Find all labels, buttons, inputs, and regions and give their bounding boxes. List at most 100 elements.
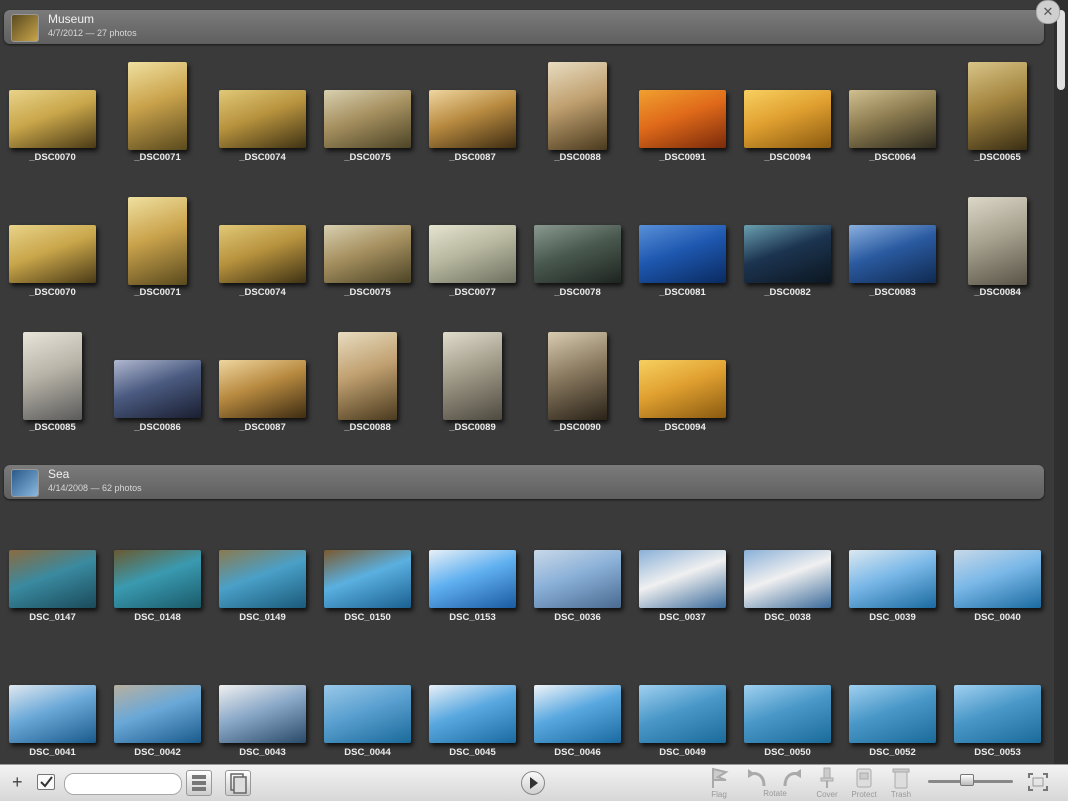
fullscreen-button[interactable] — [1027, 772, 1049, 797]
photo-thumbnail[interactable] — [954, 550, 1041, 608]
photo-tile[interactable]: _DSC0064 — [840, 58, 945, 188]
photo-thumbnail[interactable] — [324, 550, 411, 608]
photo-tile[interactable]: _DSC0078 — [525, 193, 630, 323]
photo-tile[interactable]: _DSC0086 — [105, 328, 210, 458]
photo-thumbnail[interactable] — [324, 685, 411, 743]
photo-thumbnail[interactable] — [128, 62, 187, 150]
photo-thumbnail[interactable] — [429, 225, 516, 283]
photo-tile[interactable]: _DSC0088 — [525, 58, 630, 188]
photo-tile[interactable]: DSC_0147 — [0, 518, 105, 648]
photo-tile[interactable]: _DSC0082 — [735, 193, 840, 323]
vertical-scrollbar[interactable] — [1054, 0, 1068, 764]
photo-tile[interactable]: DSC_0049 — [630, 653, 735, 764]
photo-tile[interactable]: _DSC0081 — [630, 193, 735, 323]
photo-tile[interactable]: DSC_0046 — [525, 653, 630, 764]
flag-button[interactable]: Flag — [704, 766, 734, 799]
photo-tile[interactable]: _DSC0071 — [105, 58, 210, 188]
photo-tile[interactable]: DSC_0052 — [840, 653, 945, 764]
protect-button[interactable]: Protect — [849, 766, 879, 799]
photo-tile[interactable]: _DSC0075 — [315, 58, 420, 188]
photo-tile[interactable]: _DSC0087 — [210, 328, 315, 458]
photo-tile[interactable]: _DSC0075 — [315, 193, 420, 323]
photo-tile[interactable]: _DSC0074 — [210, 193, 315, 323]
photo-thumbnail[interactable] — [324, 225, 411, 283]
checkbox-icon[interactable] — [37, 774, 55, 790]
play-slideshow-button[interactable] — [521, 771, 545, 795]
photo-tile[interactable]: _DSC0084 — [945, 193, 1050, 323]
view-toggle-button[interactable] — [186, 770, 212, 796]
plus-icon[interactable]: + — [12, 772, 23, 793]
photo-thumbnail[interactable] — [114, 550, 201, 608]
photo-thumbnail[interactable] — [534, 685, 621, 743]
scrollbar-thumb[interactable] — [1057, 10, 1065, 90]
photo-thumbnail[interactable] — [639, 225, 726, 283]
photo-thumbnail[interactable] — [219, 550, 306, 608]
photo-tile[interactable]: DSC_0050 — [735, 653, 840, 764]
event-key-photo[interactable] — [11, 14, 39, 42]
photo-tile[interactable]: DSC_0148 — [105, 518, 210, 648]
photo-thumbnail[interactable] — [744, 90, 831, 148]
event-key-photo[interactable] — [11, 469, 39, 497]
cover-button[interactable]: Cover — [812, 766, 842, 799]
photo-browser-viewport[interactable]: Museum 4/7/2012 — 27 photos _DSC0070 _DSC… — [0, 0, 1068, 764]
photo-tile[interactable]: _DSC0070 — [0, 58, 105, 188]
photo-thumbnail[interactable] — [9, 550, 96, 608]
photo-thumbnail[interactable] — [23, 332, 82, 420]
photo-thumbnail[interactable] — [639, 90, 726, 148]
photo-tile[interactable]: DSC_0041 — [0, 653, 105, 764]
event-header-museum[interactable]: Museum 4/7/2012 — 27 photos — [4, 10, 1044, 44]
photo-tile[interactable]: DSC_0150 — [315, 518, 420, 648]
photo-thumbnail[interactable] — [114, 360, 201, 418]
photo-tile[interactable]: DSC_0153 — [420, 518, 525, 648]
photo-tile[interactable]: _DSC0083 — [840, 193, 945, 323]
photo-tile[interactable]: _DSC0089 — [420, 328, 525, 458]
photo-tile[interactable]: _DSC0085 — [0, 328, 105, 458]
photo-thumbnail[interactable] — [968, 62, 1027, 150]
photo-tile[interactable]: _DSC0090 — [525, 328, 630, 458]
photo-tile[interactable]: DSC_0044 — [315, 653, 420, 764]
zoom-slider-knob[interactable] — [960, 774, 974, 786]
photo-thumbnail[interactable] — [9, 90, 96, 148]
photo-thumbnail[interactable] — [744, 685, 831, 743]
event-header-sea[interactable]: Sea 4/14/2008 — 62 photos — [4, 465, 1044, 499]
photo-thumbnail[interactable] — [219, 90, 306, 148]
photo-thumbnail[interactable] — [429, 90, 516, 148]
photo-thumbnail[interactable] — [639, 360, 726, 418]
photo-tile[interactable]: DSC_0040 — [945, 518, 1050, 648]
photo-tile[interactable]: _DSC0088 — [315, 328, 420, 458]
photo-tile[interactable]: _DSC0091 — [630, 58, 735, 188]
photo-thumbnail[interactable] — [128, 197, 187, 285]
photo-thumbnail[interactable] — [744, 550, 831, 608]
photo-tile[interactable]: DSC_0036 — [525, 518, 630, 648]
close-button[interactable]: ✕ — [1036, 0, 1060, 24]
photo-tile[interactable]: _DSC0071 — [105, 193, 210, 323]
photo-thumbnail[interactable] — [443, 332, 502, 420]
photo-thumbnail[interactable] — [114, 685, 201, 743]
photo-thumbnail[interactable] — [219, 225, 306, 283]
photo-thumbnail[interactable] — [219, 360, 306, 418]
photo-thumbnail[interactable] — [429, 550, 516, 608]
photo-thumbnail[interactable] — [548, 332, 607, 420]
photo-tile[interactable]: DSC_0053 — [945, 653, 1050, 764]
photo-tile[interactable]: _DSC0074 — [210, 58, 315, 188]
photo-tile[interactable]: DSC_0045 — [420, 653, 525, 764]
photo-tile[interactable]: _DSC0087 — [420, 58, 525, 188]
photo-thumbnail[interactable] — [849, 550, 936, 608]
photo-thumbnail[interactable] — [534, 550, 621, 608]
photo-tile[interactable]: DSC_0149 — [210, 518, 315, 648]
photo-tile[interactable]: DSC_0042 — [105, 653, 210, 764]
photo-tile[interactable]: DSC_0037 — [630, 518, 735, 648]
photo-tile[interactable]: _DSC0094 — [735, 58, 840, 188]
photo-tile[interactable]: _DSC0077 — [420, 193, 525, 323]
photo-thumbnail[interactable] — [849, 90, 936, 148]
trash-button[interactable]: Trash — [886, 766, 916, 799]
photo-thumbnail[interactable] — [639, 685, 726, 743]
photo-tile[interactable]: _DSC0094 — [630, 328, 735, 458]
search-input[interactable] — [64, 773, 182, 795]
photo-thumbnail[interactable] — [954, 685, 1041, 743]
photo-thumbnail[interactable] — [968, 197, 1027, 285]
photo-thumbnail[interactable] — [639, 550, 726, 608]
photo-tile[interactable]: _DSC0065 — [945, 58, 1050, 188]
photo-thumbnail[interactable] — [849, 225, 936, 283]
photo-thumbnail[interactable] — [849, 685, 936, 743]
